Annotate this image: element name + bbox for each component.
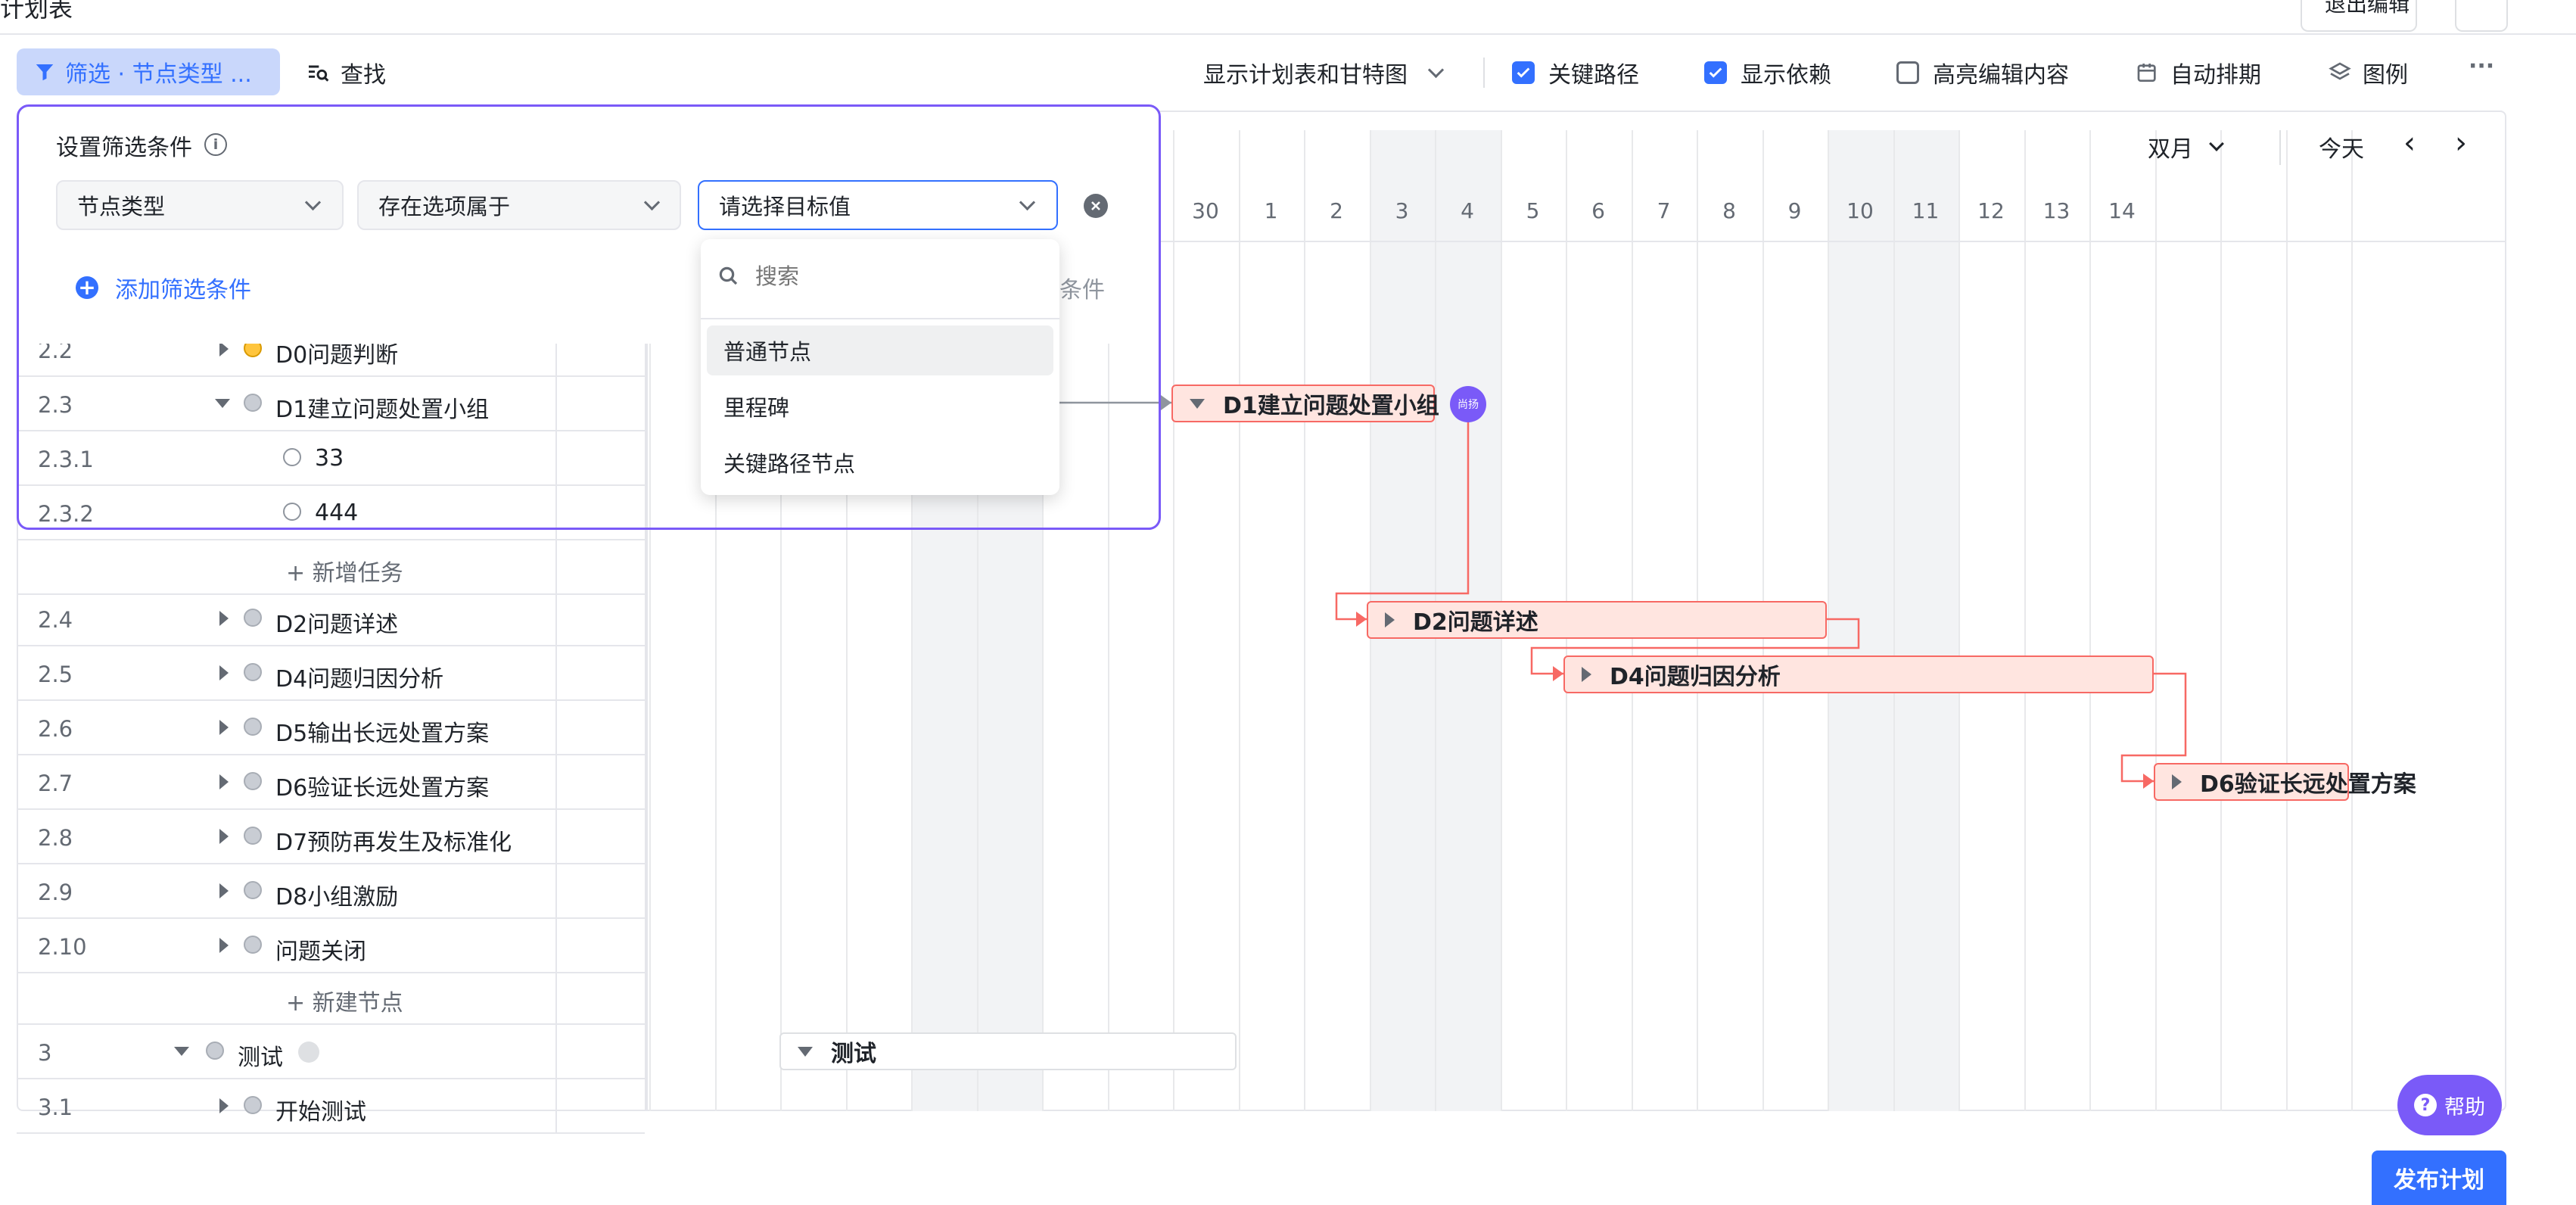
side-toolbar-edge[interactable] <box>2561 45 2576 91</box>
search-icon <box>717 265 740 291</box>
dropdown-search-input[interactable] <box>754 259 1044 294</box>
filter-target-select[interactable]: 请选择目标值 <box>698 180 1058 230</box>
collapse-icon <box>1190 398 1205 409</box>
target-value-dropdown: 普通节点 里程碑 关键路径节点 <box>701 239 1059 495</box>
filter-operator-select[interactable]: 存在选项属于 <box>357 180 681 230</box>
dropdown-divider <box>701 318 1059 319</box>
collapse-icon <box>798 1046 813 1057</box>
dropdown-option[interactable]: 关键路径节点 <box>707 437 1053 487</box>
filter-panel-title: 设置筛选条件 <box>56 135 192 161</box>
gantt-bar-d2[interactable]: D2问题详述 <box>1367 601 1827 639</box>
filter-field-select[interactable]: 节点类型 <box>56 180 344 230</box>
plus-circle-icon: + <box>76 276 98 299</box>
chevron-down-icon <box>1019 194 1036 211</box>
expand-icon <box>1582 667 1591 682</box>
dropdown-option[interactable]: 普通节点 <box>707 325 1053 375</box>
avatar[interactable]: 尚扬 <box>1450 386 1486 422</box>
condition-label-behind: 条件 <box>1059 277 1105 304</box>
chevron-down-icon <box>643 194 661 211</box>
remove-condition-icon[interactable] <box>1084 194 1108 218</box>
gantt-bar-d1[interactable]: D1建立问题处置小组 <box>1171 385 1439 422</box>
gantt-bar-d4[interactable]: D4问题归因分析 <box>1563 655 2154 693</box>
gantt-bar-test[interactable]: 测试 <box>779 1032 1237 1070</box>
question-icon: ? <box>2414 1094 2437 1116</box>
info-icon[interactable]: i <box>204 133 227 156</box>
dropdown-option[interactable]: 里程碑 <box>707 381 1053 431</box>
publish-plan-button[interactable]: 发布计划 <box>2372 1151 2506 1205</box>
expand-icon <box>2172 774 2182 789</box>
chevron-down-icon <box>304 194 322 211</box>
gantt-bar-d6[interactable]: D6验证长远处置方案 <box>2154 763 2416 801</box>
add-condition-button[interactable]: + 添加筛选条件 <box>76 271 251 304</box>
expand-icon <box>1385 612 1395 627</box>
help-button[interactable]: ? 帮助 <box>2397 1075 2502 1135</box>
